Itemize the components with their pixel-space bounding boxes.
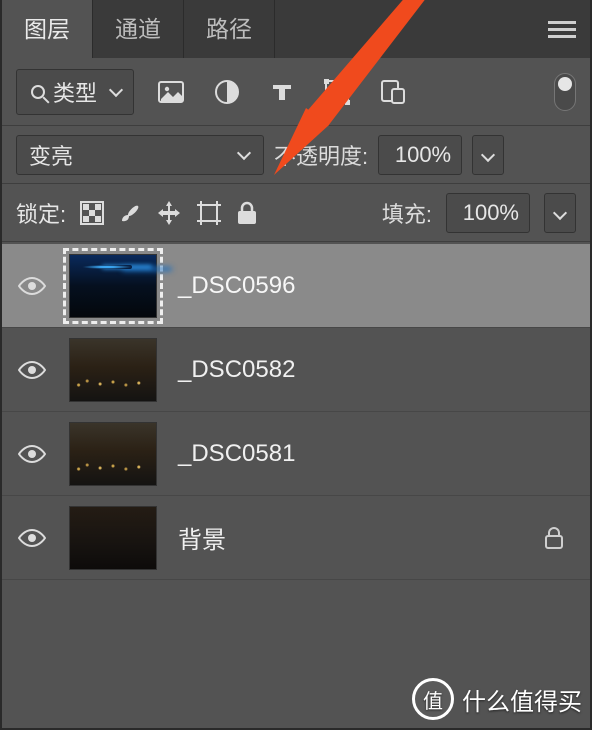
fill-input[interactable]: 100% <box>446 193 530 233</box>
layers-panel: 图层 通道 路径 类型 <box>0 0 592 730</box>
layer-thumbnail[interactable] <box>64 333 162 407</box>
tab-channels[interactable]: 通道 <box>93 0 184 58</box>
layer-thumbnail[interactable] <box>64 249 162 323</box>
filter-type-select[interactable]: 类型 <box>16 69 134 115</box>
filter-pixel-icon[interactable] <box>158 81 184 103</box>
layer-name-label[interactable]: 背景 <box>178 520 528 555</box>
lock-paint-icon[interactable] <box>118 201 142 225</box>
panel-menu-icon[interactable] <box>548 19 576 39</box>
layer-row[interactable]: _DSC0582 <box>2 328 590 412</box>
opacity-label: 不透明度: <box>274 139 368 171</box>
lock-label: 锁定: <box>16 197 66 229</box>
watermark-badge: 值 <box>412 678 454 720</box>
visibility-toggle-icon[interactable] <box>18 276 48 296</box>
lock-transparency-icon[interactable] <box>80 201 104 225</box>
lock-indicator-icon <box>544 527 564 549</box>
blend-mode-label: 变亮 <box>29 139 73 171</box>
layer-list: _DSC0596 _DSC0582 _DSC0581 背景 <box>2 242 590 580</box>
blend-mode-select[interactable]: 变亮 <box>16 135 264 175</box>
layer-row[interactable]: _DSC0581 <box>2 412 590 496</box>
lock-all-icon[interactable] <box>236 201 258 225</box>
visibility-toggle-icon[interactable] <box>18 360 48 380</box>
layer-row[interactable]: 背景 <box>2 496 590 580</box>
tab-paths[interactable]: 路径 <box>184 0 275 58</box>
layer-filter-row: 类型 <box>2 58 590 126</box>
tab-layers[interactable]: 图层 <box>2 0 93 58</box>
layer-thumbnail[interactable] <box>64 417 162 491</box>
filter-type-label: 类型 <box>53 76 97 108</box>
fill-stepper[interactable] <box>544 193 576 233</box>
chevron-down-icon <box>237 145 251 159</box>
filter-smart-icon[interactable] <box>380 79 406 105</box>
layer-thumbnail[interactable] <box>64 501 162 575</box>
watermark-text: 什么值得买 <box>462 682 582 717</box>
opacity-stepper[interactable] <box>472 135 504 175</box>
layer-row[interactable]: _DSC0596 <box>2 244 590 328</box>
lock-position-icon[interactable] <box>156 200 182 226</box>
layer-name-label[interactable]: _DSC0582 <box>178 356 574 384</box>
watermark: 值 什么值得买 <box>412 678 582 720</box>
lock-row: 锁定: 填充: 100% <box>2 184 590 242</box>
filter-adjust-icon[interactable] <box>214 79 240 105</box>
layer-name-label[interactable]: _DSC0596 <box>178 272 574 300</box>
lock-artboard-icon[interactable] <box>196 200 222 226</box>
filter-type-text-icon[interactable] <box>270 80 294 104</box>
opacity-input[interactable]: 100% <box>378 135 462 175</box>
filter-icon-group <box>158 79 406 105</box>
blend-row: 变亮 不透明度: 100% <box>2 126 590 184</box>
panel-tabs: 图层 通道 路径 <box>2 0 590 58</box>
filter-shape-icon[interactable] <box>324 79 350 105</box>
fill-label: 填充: <box>382 197 432 229</box>
visibility-toggle-icon[interactable] <box>18 528 48 548</box>
visibility-toggle-icon[interactable] <box>18 444 48 464</box>
layer-name-label[interactable]: _DSC0581 <box>178 440 574 468</box>
search-icon <box>31 85 45 99</box>
chevron-down-icon <box>109 82 123 96</box>
filter-toggle-switch[interactable] <box>554 73 576 111</box>
